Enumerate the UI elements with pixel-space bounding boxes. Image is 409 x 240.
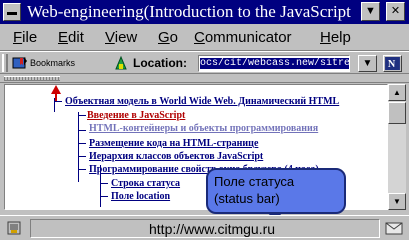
red-arrow-stem (55, 93, 57, 101)
tree-bullet (78, 130, 86, 131)
minimize-button[interactable]: ▼ (361, 2, 380, 21)
tree-bullet (100, 196, 108, 197)
tree-bullet (78, 115, 86, 116)
tree-bullet (78, 143, 86, 144)
vertical-scrollbar[interactable]: ▲ ▼ (388, 84, 406, 210)
tree-item[interactable]: HTML-контейнеры и объекты программирован… (89, 123, 318, 134)
tree-item[interactable]: Размещение кода на HTML-странице (89, 138, 258, 149)
status-text: http://www.citmgu.ru (149, 221, 276, 237)
callout-line-2: (status bar) (214, 191, 280, 206)
location-toolbar: Bookmarks Location: ocs/cit/webcass.new/… (0, 51, 409, 74)
menu-edit[interactable]: Edit (58, 29, 84, 47)
bookmarks-icon[interactable] (12, 56, 28, 70)
tree-item[interactable]: Поле location (111, 191, 170, 202)
collapsed-toolbar-strip (0, 75, 409, 83)
tree-connector (78, 112, 79, 182)
menu-file[interactable]: File (13, 29, 37, 47)
security-icon[interactable] (6, 220, 22, 236)
scroll-down-arrow-icon[interactable]: ▼ (388, 193, 406, 210)
toolbar-tab-grip[interactable] (4, 76, 60, 81)
toolbar-grip[interactable] (2, 54, 8, 72)
tree-item[interactable]: Иерархия классов объектов JavaScript (89, 151, 263, 162)
menu-help[interactable]: Help (320, 29, 351, 47)
tree-bullet (100, 183, 108, 184)
location-label: Location: (133, 56, 187, 70)
status-text-field: http://www.citmgu.ru (30, 219, 380, 238)
menu-view[interactable]: View (105, 29, 137, 47)
menu-bar: File Edit View Go Communicator Help (0, 25, 409, 51)
mail-icon[interactable] (385, 220, 403, 236)
location-icon (115, 55, 127, 70)
status-bar: http://www.citmgu.ru (0, 215, 409, 240)
netscape-logo-icon[interactable]: N (383, 55, 402, 72)
window-title: Web-engineering(Introduction to the Java… (27, 2, 351, 21)
tree-item-current[interactable]: Введение в JavaScript (87, 110, 185, 121)
tree-item-root[interactable]: Объектная модель в World Wide Web. Динам… (65, 96, 339, 107)
menu-go[interactable]: Go (158, 29, 178, 47)
close-button[interactable]: ✕ (386, 2, 405, 21)
bookmarks-label[interactable]: Bookmarks (30, 57, 75, 69)
scroll-up-arrow-icon[interactable]: ▲ (388, 84, 406, 101)
callout-line-1: Поле статуса (214, 174, 295, 189)
scroll-thumb[interactable] (388, 102, 406, 124)
svg-text:N: N (388, 59, 396, 70)
tree-bullet (78, 169, 86, 170)
status-bar-callout: Поле статуса (status bar) (206, 168, 346, 214)
tree-bullet (54, 101, 62, 102)
title-bar: Web-engineering(Introduction to the Java… (0, 0, 409, 24)
url-dropdown-button[interactable]: ▼ (358, 55, 377, 72)
system-menu-icon[interactable] (3, 3, 21, 21)
tree-bullet (78, 156, 86, 157)
tree-item[interactable]: Строка статуса (111, 178, 180, 189)
url-input[interactable]: ocs/cit/webcass.new/sitree.si.htm (198, 55, 350, 72)
menu-communicator[interactable]: Communicator (194, 29, 292, 47)
